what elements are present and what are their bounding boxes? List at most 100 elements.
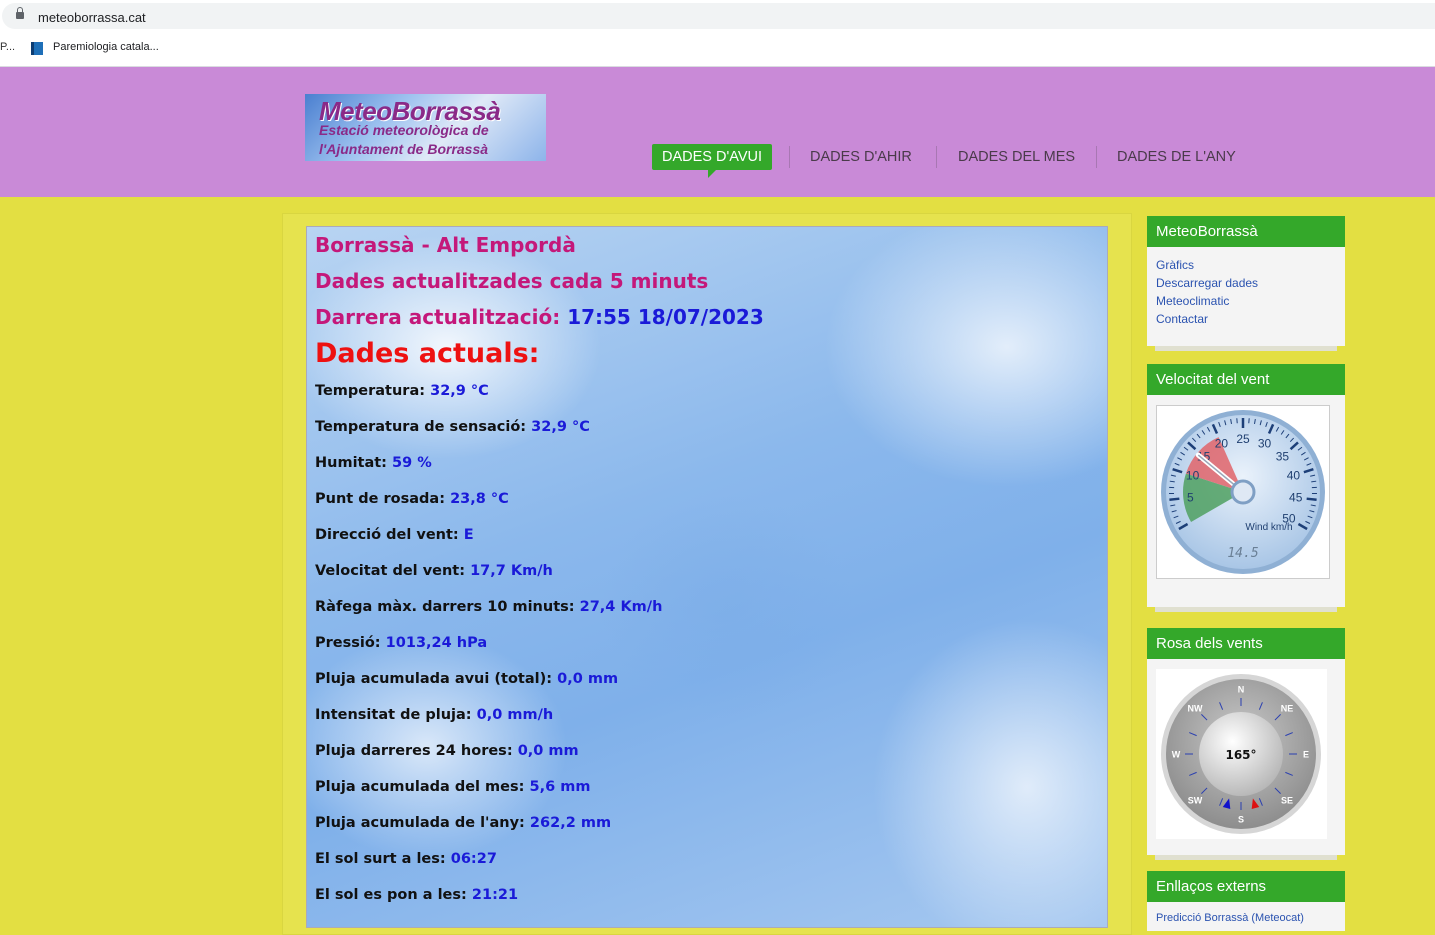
current-data-heading: Dades actuals: bbox=[315, 338, 539, 369]
row-label: Punt de rosada: bbox=[315, 491, 445, 507]
wind-direction-readout: 165° bbox=[1225, 748, 1256, 762]
lock-icon[interactable] bbox=[16, 12, 24, 19]
widget-shadow bbox=[1155, 855, 1337, 860]
data-row: Pressió: 1013,24 hPa bbox=[315, 635, 487, 651]
data-row: El sol surt a les: 06:27 bbox=[315, 851, 497, 867]
nav-dades-any[interactable]: DADES DE L'ANY bbox=[1117, 144, 1236, 170]
data-row: Ràfega màx. darrers 10 minuts: 27,4 Km/h bbox=[315, 599, 662, 615]
compass-cardinal-label: W bbox=[1172, 750, 1181, 760]
compass-cardinal-label: S bbox=[1238, 815, 1244, 825]
gauge-tick-label: 40 bbox=[1287, 469, 1301, 483]
nav-dades-avui[interactable]: DADES D'AVUI bbox=[652, 144, 772, 170]
wind-gauge-frame: 5101520253035404550 Wind km/h 14.5 bbox=[1156, 405, 1330, 579]
location-heading: Borrassà - Alt Empordà bbox=[315, 233, 576, 257]
last-update-label: Darrera actualització: bbox=[315, 305, 560, 329]
data-row: Punt de rosada: 23,8 °C bbox=[315, 491, 509, 507]
compass-cardinal-label: N bbox=[1238, 685, 1245, 695]
row-label: Temperatura de sensació: bbox=[315, 419, 526, 435]
bookmarks-bar: P... Paremiologia catala... bbox=[0, 33, 1435, 67]
data-row: Pluja acumulada del mes: 5,6 mm bbox=[315, 779, 590, 795]
external-widget-title: Enllaços externs bbox=[1147, 871, 1345, 902]
wind-rose-frame: NNEESESSWWNW 165° bbox=[1156, 669, 1327, 839]
link-descarregar-dades[interactable]: Descarregar dades bbox=[1147, 274, 1345, 292]
url-text[interactable]: meteoborrassa.cat bbox=[38, 10, 146, 25]
last-update: Darrera actualització: 17:55 18/07/2023 bbox=[315, 305, 764, 329]
site-logo[interactable]: MeteoBorrassà Estació meteorològica de l… bbox=[305, 94, 546, 161]
bookmark-paremiologia[interactable]: Paremiologia catala... bbox=[53, 41, 159, 53]
row-value: 0,0 mm bbox=[557, 671, 618, 687]
compass-cardinal-label: E bbox=[1303, 750, 1309, 760]
row-label: Temperatura: bbox=[315, 383, 425, 399]
logo-subtitle-2: l'Ajuntament de Borrassà bbox=[319, 141, 488, 157]
link-grafics[interactable]: Gràfics bbox=[1147, 256, 1345, 274]
row-label: Pluja acumulada avui (total): bbox=[315, 671, 552, 687]
row-value: 17,7 Km/h bbox=[470, 563, 553, 579]
wind-speed-gauge: 5101520253035404550 Wind km/h 14.5 bbox=[1157, 406, 1329, 578]
gauge-tick-label: 30 bbox=[1258, 437, 1272, 451]
link-prediccio-borrassa[interactable]: Predicció Borrassà (Meteocat) bbox=[1147, 902, 1345, 924]
row-label: Pluja darreres 24 hores: bbox=[315, 743, 513, 759]
address-field[interactable]: meteoborrassa.cat bbox=[2, 3, 1435, 29]
row-value: 1013,24 hPa bbox=[386, 635, 487, 651]
row-value: 262,2 mm bbox=[530, 815, 611, 831]
row-label: Intensitat de pluja: bbox=[315, 707, 472, 723]
row-value: 0,0 mm/h bbox=[477, 707, 554, 723]
gauge-unit-label: Wind km/h bbox=[1245, 522, 1292, 533]
row-value: 32,9 °C bbox=[430, 383, 489, 399]
row-label: El sol surt a les: bbox=[315, 851, 446, 867]
row-label: Pluja acumulada del mes: bbox=[315, 779, 524, 795]
links-list: Gràfics Descarregar dades Meteoclimatic … bbox=[1147, 247, 1345, 328]
gauge-tick bbox=[1307, 499, 1317, 500]
rose-widget-title: Rosa dels vents bbox=[1147, 628, 1345, 659]
data-row: Pluja acumulada avui (total): 0,0 mm bbox=[315, 671, 618, 687]
row-value: E bbox=[464, 527, 474, 543]
gauge-hub bbox=[1232, 481, 1254, 503]
nav-dades-mes[interactable]: DADES DEL MES bbox=[958, 144, 1075, 170]
data-row: Pluja darreres 24 hores: 0,0 mm bbox=[315, 743, 579, 759]
link-contactar[interactable]: Contactar bbox=[1147, 310, 1345, 328]
row-label: Pluja acumulada de l'any: bbox=[315, 815, 525, 831]
external-links-widget: Enllaços externs Predicció Borrassà (Met… bbox=[1147, 871, 1345, 931]
update-note: Dades actualitzades cada 5 minuts bbox=[315, 269, 708, 293]
data-row: Temperatura de sensació: 32,9 °C bbox=[315, 419, 590, 435]
row-label: Ràfega màx. darrers 10 minuts: bbox=[315, 599, 575, 615]
bookmark-overflow[interactable]: P... bbox=[0, 41, 15, 53]
gauge-tick-label: 20 bbox=[1215, 437, 1229, 451]
row-label: Pressió: bbox=[315, 635, 381, 651]
row-value: 59 % bbox=[392, 455, 432, 471]
gauge-value-readout: 14.5 bbox=[1227, 546, 1258, 561]
wind-speed-widget: Velocitat del vent 5101520253035404550 W… bbox=[1147, 364, 1345, 607]
compass-cardinal-label: SE bbox=[1281, 795, 1293, 805]
link-meteoclimatic[interactable]: Meteoclimatic bbox=[1147, 292, 1345, 310]
row-value: 06:27 bbox=[451, 851, 497, 867]
last-update-value: 17:55 18/07/2023 bbox=[567, 305, 764, 329]
logo-subtitle-1: Estació meteorològica de bbox=[319, 122, 489, 138]
nav-divider bbox=[1096, 146, 1097, 168]
gauge-tick-label: 5 bbox=[1187, 491, 1194, 505]
data-row: El sol es pon a les: 21:21 bbox=[315, 887, 518, 903]
row-label: Direcció del vent: bbox=[315, 527, 459, 543]
data-row: Intensitat de pluja: 0,0 mm/h bbox=[315, 707, 553, 723]
site-header bbox=[0, 67, 1435, 197]
current-data-panel: Borrassà - Alt Empordà Dades actualitzad… bbox=[306, 226, 1108, 928]
data-row: Temperatura: 32,9 °C bbox=[315, 383, 489, 399]
data-row: Pluja acumulada de l'any: 262,2 mm bbox=[315, 815, 611, 831]
data-row: Velocitat del vent: 17,7 Km/h bbox=[315, 563, 553, 579]
row-value: 32,9 °C bbox=[531, 419, 590, 435]
browser-url-bar: meteoborrassa.cat bbox=[0, 0, 1435, 33]
wind-direction-compass: NNEESESSWWNW 165° bbox=[1156, 669, 1327, 839]
wind-rose-widget: Rosa dels vents NNEESESSWWNW 165° bbox=[1147, 628, 1345, 855]
compass-cardinal-label: SW bbox=[1188, 795, 1203, 805]
links-widget-title: MeteoBorrassà bbox=[1147, 216, 1345, 247]
nav-dades-ahir[interactable]: DADES D'AHIR bbox=[810, 144, 912, 170]
row-value: 21:21 bbox=[472, 887, 518, 903]
gauge-tick-label: 10 bbox=[1186, 469, 1200, 483]
widget-shadow bbox=[1155, 607, 1337, 612]
gauge-tick-label: 45 bbox=[1289, 491, 1303, 505]
row-label: Humitat: bbox=[315, 455, 387, 471]
row-label: El sol es pon a les: bbox=[315, 887, 467, 903]
row-value: 23,8 °C bbox=[450, 491, 509, 507]
bookmark-book-icon bbox=[31, 42, 43, 55]
gauge-tick-label: 25 bbox=[1236, 432, 1250, 446]
compass-cardinal-label: NE bbox=[1281, 704, 1294, 714]
